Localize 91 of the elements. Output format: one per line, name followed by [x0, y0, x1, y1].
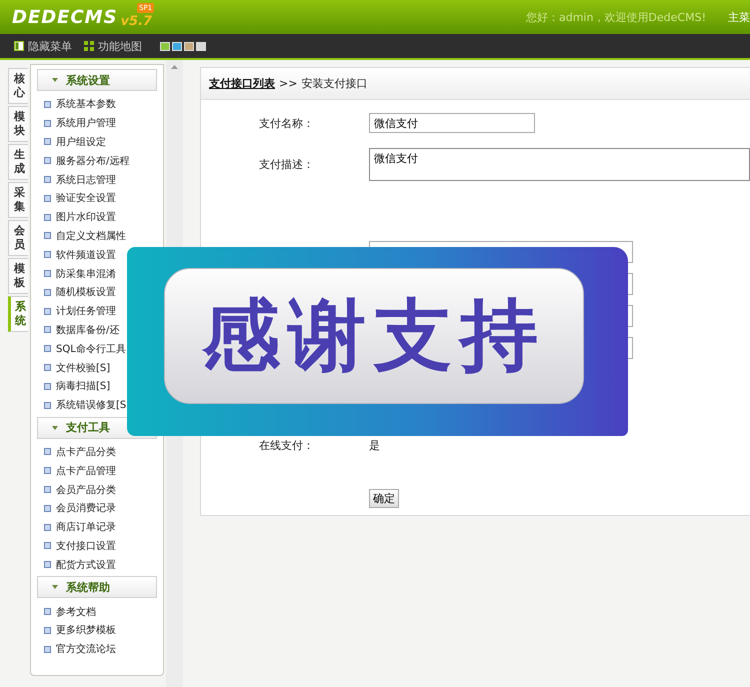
- bullet-icon: [44, 232, 51, 240]
- bullet-icon: [44, 214, 51, 221]
- bullet-icon: [44, 100, 51, 108]
- bullet-icon: [44, 608, 51, 616]
- sidebar-item[interactable]: 商店订单记录: [56, 520, 116, 534]
- sidebar-item[interactable]: 点卡产品分类: [56, 444, 116, 459]
- sidebar-item[interactable]: 系统错误修复[S: [56, 398, 126, 412]
- group-title: 支付工具: [66, 420, 110, 436]
- field-label: 支付名称：: [258, 116, 315, 130]
- bullet-icon: [44, 251, 51, 258]
- caret-icon: [52, 585, 58, 590]
- sidebar-item[interactable]: 配货方式设置: [56, 558, 116, 572]
- sidebar-item[interactable]: 系统用户管理: [56, 116, 116, 130]
- breadcrumb-separator: >>: [279, 77, 298, 90]
- bullet-icon: [44, 288, 51, 296]
- bullet-icon: [44, 448, 51, 456]
- sidebar-item[interactable]: 计划任务管理: [56, 304, 116, 318]
- sidebar-item[interactable]: 验证安全设置: [56, 191, 116, 206]
- bullet-icon: [44, 524, 51, 531]
- sidebar-item[interactable]: 数据库备份/还: [56, 322, 120, 337]
- bullet-icon: [44, 486, 51, 494]
- sidebar-item[interactable]: 图片水印设置: [56, 210, 116, 224]
- sidebar-item[interactable]: 防采集串混淆: [56, 266, 116, 281]
- sidebar-item[interactable]: 病毒扫描[S]: [56, 379, 110, 394]
- field-label: 支付描述：: [258, 157, 315, 172]
- group-title: 系统帮助: [66, 580, 110, 595]
- toolbar-button[interactable]: 隐藏菜单: [14, 38, 72, 54]
- skin-swatch[interactable]: [160, 42, 170, 50]
- group-header[interactable]: 系统设置: [37, 69, 157, 91]
- caret-icon: [52, 426, 58, 430]
- side-tab[interactable]: 生成: [8, 144, 28, 180]
- breadcrumb-link[interactable]: 支付接口列表: [209, 76, 275, 91]
- toolbar-button[interactable]: 功能地图: [84, 38, 142, 54]
- skin-swatch[interactable]: [184, 42, 194, 50]
- bullet-icon: [44, 326, 51, 334]
- sidebar-item[interactable]: 系统日志管理: [56, 172, 116, 187]
- breadcrumb-current: 安装支付接口: [301, 76, 368, 91]
- greeting-text: 您好：admin，欢迎使用DedeCMS!: [526, 10, 706, 24]
- sidebar-item[interactable]: 随机模板设置: [56, 285, 116, 300]
- sidebar-item[interactable]: 软件频道设置: [56, 248, 116, 262]
- sidebar-item[interactable]: 自定义文档属性: [56, 228, 126, 243]
- bullet-icon: [44, 345, 51, 352]
- group-header[interactable]: 系统帮助: [37, 576, 157, 598]
- logo: DEDECMS: [12, 6, 118, 28]
- bullet-icon: [44, 402, 51, 409]
- field-value: 是: [369, 438, 380, 452]
- submit-button[interactable]: 确定: [369, 488, 399, 508]
- version-label: v5.7: [120, 14, 152, 28]
- side-tab[interactable]: 系统: [8, 296, 28, 332]
- bullet-icon: [44, 626, 51, 634]
- sidebar-item[interactable]: 点卡产品管理: [56, 464, 116, 478]
- bullet-icon: [44, 157, 51, 164]
- caret-icon: [52, 78, 58, 82]
- side-tab[interactable]: 核心: [8, 68, 28, 104]
- sidebar-item[interactable]: 用户组设定: [56, 134, 106, 149]
- side-tab[interactable]: 模板: [8, 258, 28, 294]
- bullet-icon: [44, 176, 51, 184]
- side-tab[interactable]: 会员: [8, 220, 28, 256]
- sidebar-item[interactable]: 系统基本参数: [56, 97, 116, 112]
- skin-swatch[interactable]: [172, 42, 182, 50]
- grid-icon: [84, 41, 94, 51]
- bullet-icon: [44, 467, 51, 474]
- panel-icon: [14, 41, 24, 51]
- bullet-icon: [44, 504, 51, 512]
- bullet-icon: [44, 646, 51, 653]
- sidebar-item[interactable]: 官方交流论坛: [56, 642, 116, 656]
- sidebar-item[interactable]: 服务器分布/远程: [56, 154, 130, 168]
- sidebar-item[interactable]: 会员产品分类: [56, 482, 116, 497]
- bullet-icon: [44, 542, 51, 550]
- sidebar-item[interactable]: 会员消费记录: [56, 501, 116, 516]
- sidebar-item[interactable]: 文件校验[S]: [56, 360, 110, 375]
- name-field[interactable]: 微信支付: [369, 113, 535, 133]
- sidebar-item[interactable]: 参考文档: [56, 604, 96, 619]
- bullet-icon: [44, 308, 51, 315]
- thank-you-label: 感谢支持: [164, 268, 584, 404]
- sidebar-item[interactable]: 支付接口设置: [56, 538, 116, 553]
- bullet-icon: [44, 120, 51, 127]
- description-field[interactable]: 微信支付: [369, 148, 750, 181]
- skin-swatch[interactable]: [196, 42, 206, 50]
- side-tab[interactable]: 模块: [8, 106, 28, 142]
- sidebar-item[interactable]: 更多织梦模板: [56, 623, 116, 638]
- group-title: 系统设置: [66, 72, 110, 88]
- bullet-icon: [44, 364, 51, 372]
- sidebar-item[interactable]: SQL命令行工具: [56, 342, 126, 356]
- side-tab[interactable]: 采集: [8, 182, 28, 218]
- field-label: 在线支付：: [258, 438, 315, 452]
- bullet-icon: [44, 382, 51, 390]
- bullet-icon: [44, 270, 51, 278]
- bullet-icon: [44, 138, 51, 146]
- bullet-icon: [44, 194, 51, 202]
- bullet-icon: [44, 561, 51, 568]
